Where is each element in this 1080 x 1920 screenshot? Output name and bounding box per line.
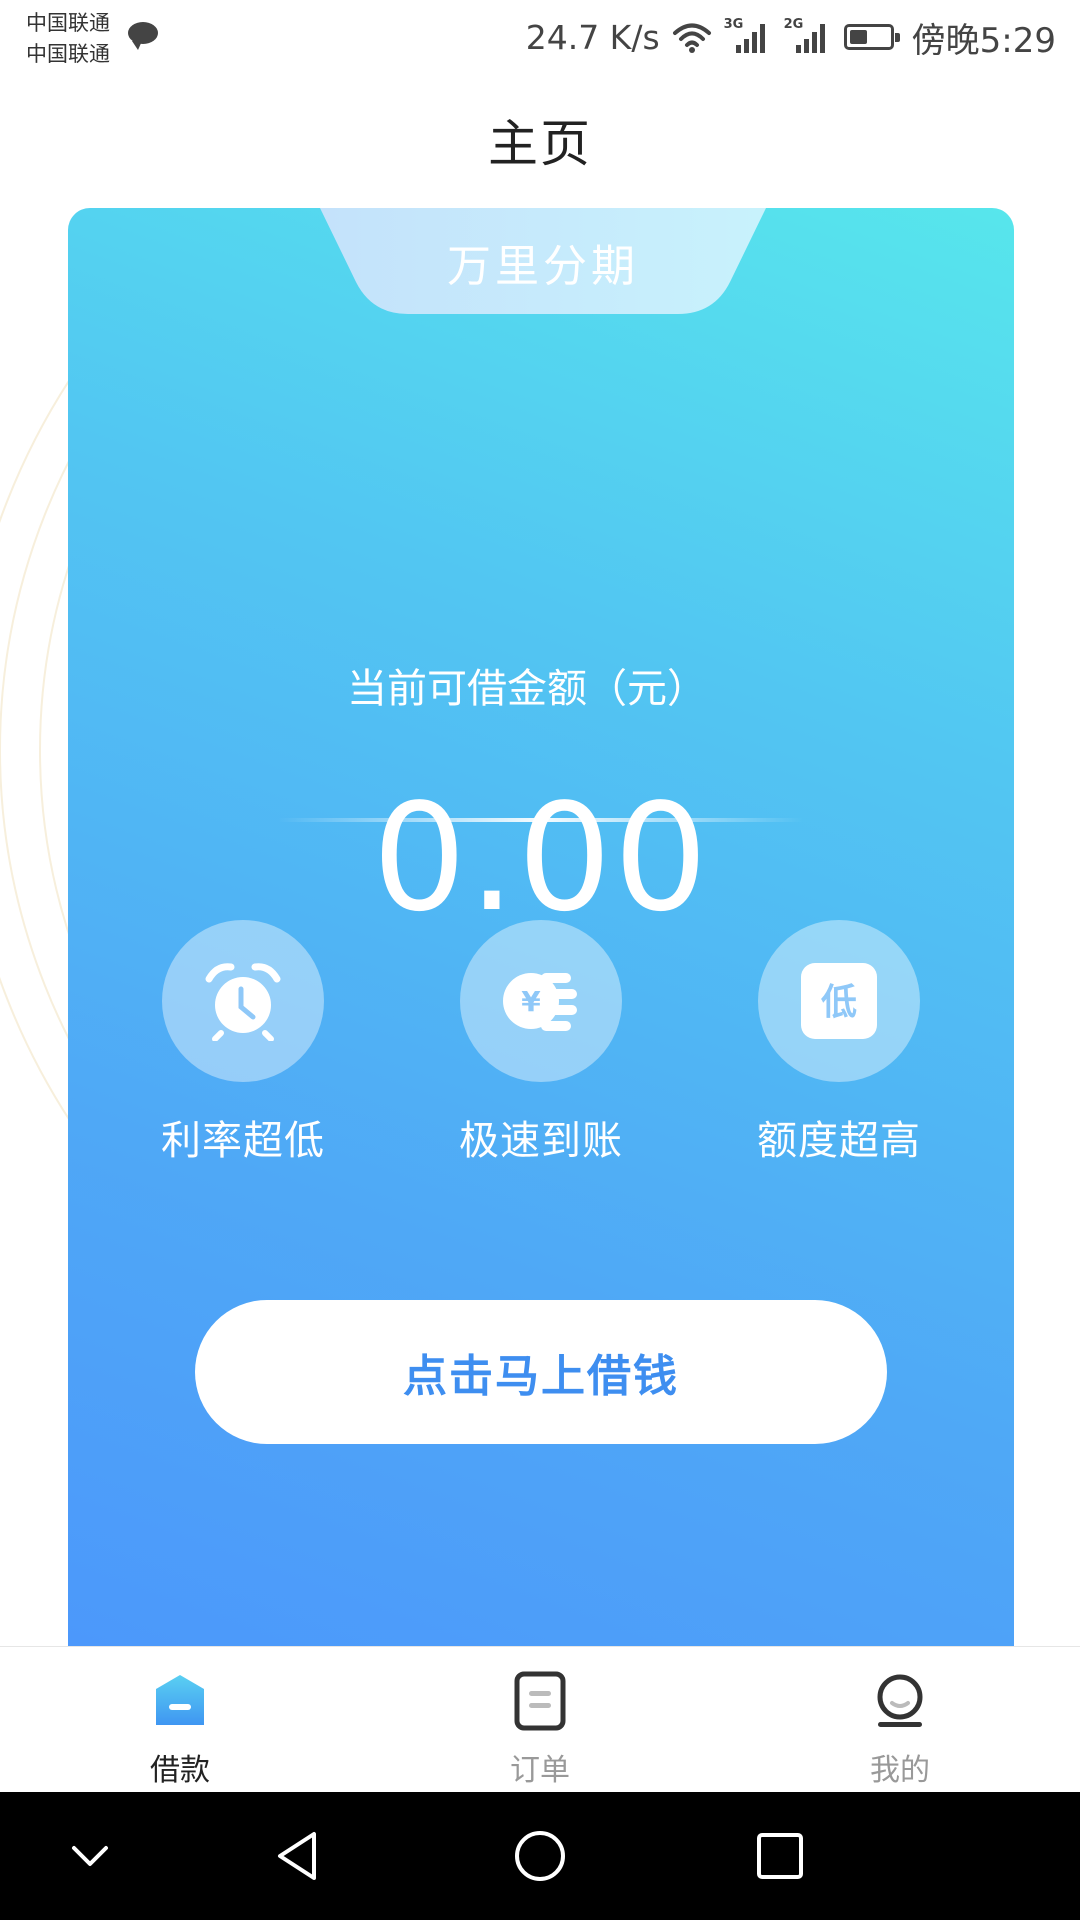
collapse-chevron-icon[interactable] — [54, 1820, 126, 1892]
available-amount-label: 当前可借金额（元） — [347, 666, 707, 712]
wifi-icon — [672, 23, 711, 53]
svg-text:¥: ¥ — [521, 985, 541, 1018]
page-title: 主页 — [488, 115, 592, 173]
yuan-coin-icon: ¥ — [503, 973, 577, 1031]
order-list-icon — [514, 1671, 566, 1731]
home-nav-icon[interactable] — [504, 1820, 576, 1892]
feature-high-limit: 低 额度超高 — [729, 920, 949, 1166]
feature-fast-transfer: ¥ 极速到账 — [431, 920, 651, 1166]
brand-tab: 万里分期 — [320, 208, 766, 314]
feature-label: 额度超高 — [757, 1118, 921, 1164]
loan-card: 万里分期 当前可借金额（元） 0.00 利率超低 ¥ 极速到账 低 额度超高 点… — [68, 208, 1014, 1648]
feature-low-rate: 利率超低 — [133, 920, 353, 1166]
signal-2g-icon: 2G — [784, 17, 832, 55]
home-icon — [156, 1675, 204, 1725]
feature-icon-circle: ¥ — [460, 920, 622, 1082]
feature-label: 极速到账 — [459, 1118, 623, 1164]
tab-mine[interactable]: 我的 — [780, 1647, 1020, 1793]
battery-icon — [843, 24, 900, 50]
borrow-now-button[interactable]: 点击马上借钱 — [195, 1300, 887, 1444]
status-indicators: 24.7 K/s 3G 2G 傍晚5:29 — [526, 12, 1056, 62]
feature-icon-circle — [162, 920, 324, 1082]
signal-3g-icon: 3G — [724, 17, 772, 55]
bottom-tab-bar: 借款 订单 我的 — [0, 1646, 1080, 1793]
amount-divider — [278, 818, 804, 822]
status-bar: 中国联通 中国联通 24.7 K/s 3G 2G 傍晚5:29 — [0, 0, 1080, 78]
feature-icon-circle: 低 — [758, 920, 920, 1082]
tab-label: 订单 — [510, 1753, 570, 1788]
brand-name: 万里分期 — [447, 241, 639, 292]
alarm-clock-icon — [205, 963, 281, 1041]
battery-level — [849, 30, 867, 44]
carrier-2: 中国联通 — [26, 42, 110, 66]
tab-label: 我的 — [870, 1753, 930, 1788]
system-nav-bar — [0, 1792, 1080, 1920]
recent-apps-icon[interactable] — [744, 1820, 816, 1892]
clock: 傍晚5:29 — [911, 20, 1056, 61]
back-icon[interactable] — [264, 1820, 336, 1892]
tab-orders[interactable]: 订单 — [420, 1647, 660, 1793]
carrier-1: 中国联通 — [26, 11, 110, 35]
available-amount-value: 0.00 — [372, 772, 710, 944]
tab-label: 借款 — [150, 1753, 210, 1788]
low-badge-icon: 低 — [801, 963, 877, 1039]
profile-icon — [877, 1674, 923, 1727]
carrier-info: 中国联通 中国联通 — [26, 8, 110, 70]
low-badge-char: 低 — [821, 982, 857, 1023]
message-notification-icon — [128, 22, 158, 50]
tab-loan[interactable]: 借款 — [60, 1647, 300, 1793]
feature-list: 利率超低 ¥ 极速到账 低 额度超高 — [68, 920, 1014, 1180]
network-speed: 24.7 K/s — [525, 17, 660, 57]
feature-label: 利率超低 — [161, 1118, 325, 1164]
